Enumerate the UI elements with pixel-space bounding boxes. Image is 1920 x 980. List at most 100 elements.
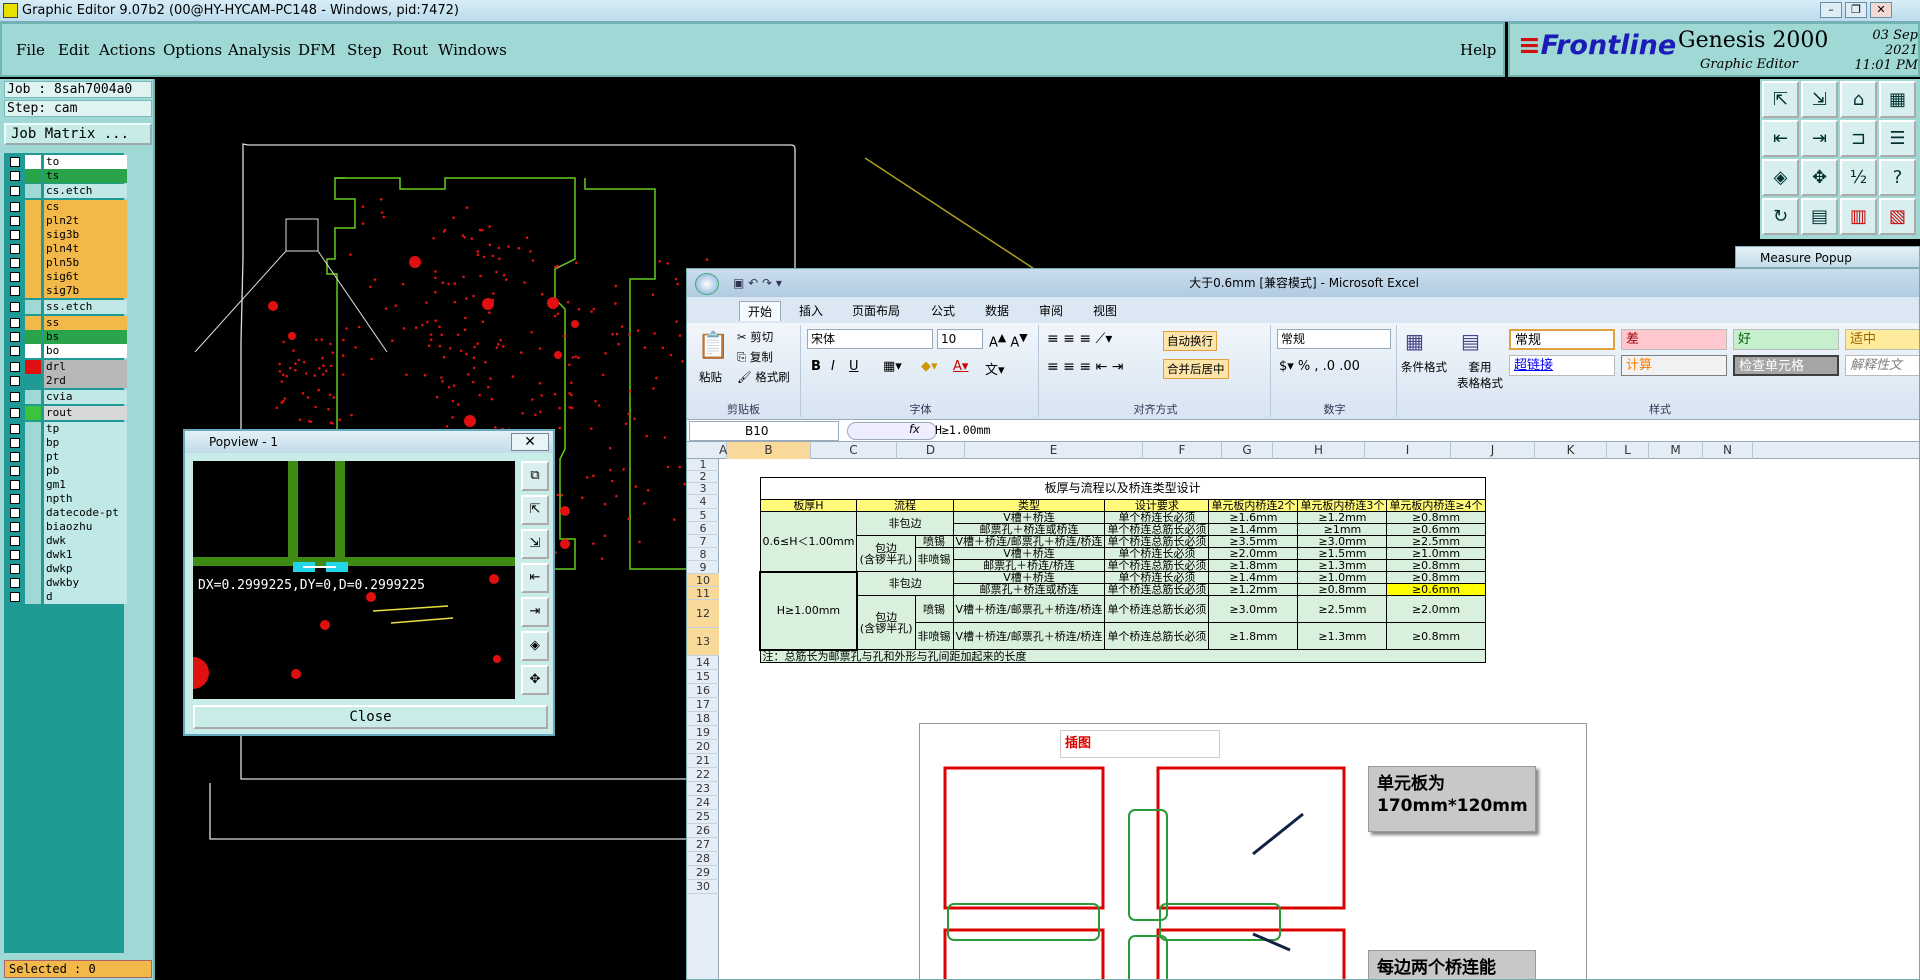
layer-name[interactable]: bs (44, 330, 127, 344)
layer-name[interactable]: sig3b (44, 228, 127, 242)
layer-checkbox[interactable] (10, 522, 20, 532)
layer-row[interactable]: drl (6, 360, 127, 374)
job-matrix-button[interactable]: Job Matrix ... (4, 123, 152, 145)
layer-row[interactable]: dwkby (6, 576, 127, 590)
layer-row[interactable]: npth (6, 492, 127, 506)
layer-name[interactable]: dwk1 (44, 548, 127, 562)
layer-checkbox[interactable] (10, 564, 20, 574)
menu-edit[interactable]: Edit (58, 41, 89, 59)
table-format-button[interactable]: 套用 表格格式 (1457, 359, 1503, 391)
layer-checkbox[interactable] (10, 157, 20, 167)
conditional-format-icon[interactable]: ▦ (1405, 329, 1424, 353)
minimize-button[interactable]: – (1820, 2, 1842, 18)
style-neutral[interactable]: 适中 (1845, 329, 1919, 350)
layer-edit-icon[interactable]: ▧ (1879, 198, 1916, 235)
menu-options[interactable]: Options (163, 41, 222, 59)
layer-row[interactable]: sig7b (6, 284, 127, 298)
layer-checkbox[interactable] (10, 216, 20, 226)
formula-zoom-icon[interactable] (847, 422, 937, 440)
row-header[interactable]: 8 (687, 548, 719, 561)
layer-name[interactable]: 2rd (44, 374, 127, 388)
layer-checkbox[interactable] (10, 424, 20, 434)
insert-function-icon[interactable]: fx (909, 422, 920, 436)
layer-row[interactable]: pb (6, 464, 127, 478)
tab-page-layout[interactable]: 页面布局 (844, 301, 908, 321)
layer-color-swatch[interactable] (25, 284, 41, 298)
layer-name[interactable]: drl (44, 360, 127, 374)
row-header[interactable]: 9 (687, 561, 719, 574)
underline-button[interactable]: U (849, 359, 859, 374)
popview-tool-1-icon[interactable]: ⧉ (521, 461, 549, 491)
layer-checkbox[interactable] (10, 332, 20, 342)
layer-checkbox[interactable] (10, 592, 20, 602)
layer-color-swatch[interactable] (25, 200, 41, 214)
row-header[interactable]: 14 (687, 656, 719, 670)
layer-color-swatch[interactable] (25, 576, 41, 590)
layer-row[interactable]: d (6, 590, 127, 604)
column-header[interactable]: E (965, 442, 1143, 459)
layer-checkbox[interactable] (10, 550, 20, 560)
layer-name[interactable]: sig6t (44, 270, 127, 284)
column-header[interactable]: L (1607, 442, 1649, 459)
number-format-icons[interactable]: $▾ % , .0 .00 (1279, 359, 1360, 374)
fill-color-icon[interactable]: ◆▾ (921, 359, 938, 374)
layer-row[interactable]: cs (6, 200, 127, 214)
layer-checkbox[interactable] (10, 230, 20, 240)
zoom-box-icon[interactable]: ⊐ (1840, 120, 1877, 157)
layer-name[interactable]: cvia (44, 390, 127, 404)
layer-color-swatch[interactable] (25, 534, 41, 548)
layer-checkbox[interactable] (10, 258, 20, 268)
layer-color-swatch[interactable] (25, 562, 41, 576)
layer-checkbox[interactable] (10, 376, 20, 386)
menu-rout[interactable]: Rout (392, 41, 428, 59)
table-format-icon[interactable]: ▤ (1461, 329, 1480, 353)
layer-name[interactable]: tp (44, 422, 127, 436)
layer-row[interactable]: ss.etch (6, 300, 127, 314)
layer-color-swatch[interactable] (25, 214, 41, 228)
layer-checkbox[interactable] (10, 244, 20, 254)
row-header[interactable]: 7 (687, 535, 719, 548)
row-header[interactable]: 25 (687, 810, 719, 824)
layer-row[interactable]: to (6, 155, 127, 169)
font-name-select[interactable]: 宋体 (807, 329, 933, 349)
popview-close-icon[interactable]: ✕ (511, 433, 549, 451)
menu-actions[interactable]: Actions (99, 41, 155, 59)
layer-row[interactable]: dwk (6, 534, 127, 548)
layer-checkbox[interactable] (10, 508, 20, 518)
embedded-picture[interactable]: 插图 单元板为 170mm*120mm 每边两个桥连能 (919, 723, 1587, 979)
row-header[interactable]: 20 (687, 740, 719, 754)
align-top-icons[interactable]: ≡ ≡ ≡ ⟋▾ (1047, 331, 1112, 347)
layer-checkbox[interactable] (10, 202, 20, 212)
italic-button[interactable]: I (831, 359, 835, 374)
layer-color-swatch[interactable] (25, 422, 41, 436)
layer-color-swatch[interactable] (25, 390, 41, 404)
layer-color-swatch[interactable] (25, 256, 41, 270)
layer-color-swatch[interactable] (25, 506, 41, 520)
layer-name[interactable]: gm1 (44, 478, 127, 492)
column-header[interactable]: F (1143, 442, 1222, 459)
layer-checkbox[interactable] (10, 536, 20, 546)
layer-name[interactable]: pln5b (44, 256, 127, 270)
layer-color-swatch[interactable] (25, 316, 41, 330)
popview-close-button[interactable]: Close (193, 705, 548, 729)
layer-name[interactable]: datecode-pt (44, 506, 127, 520)
layer-color-swatch[interactable] (25, 548, 41, 562)
layer-checkbox[interactable] (10, 362, 20, 372)
layer-name[interactable]: pln2t (44, 214, 127, 228)
layer-checkbox[interactable] (10, 466, 20, 476)
layer-checkbox[interactable] (10, 171, 20, 181)
layer-row[interactable]: cs.etch (6, 184, 127, 198)
layer-row[interactable]: bs (6, 330, 127, 344)
cut-button[interactable]: ✂ 剪切 (737, 329, 773, 345)
layer-name[interactable]: d (44, 590, 127, 604)
tab-formulas[interactable]: 公式 (923, 301, 963, 321)
layer-name[interactable]: pt (44, 450, 127, 464)
row-header[interactable]: 6 (687, 522, 719, 535)
fit-icon[interactable]: ◈ (1762, 159, 1799, 196)
layer-color-swatch[interactable] (25, 590, 41, 604)
popview-tool-6-icon[interactable]: ◈ (521, 631, 549, 661)
layer-name[interactable]: rout (44, 406, 127, 420)
row-header[interactable]: 3 (687, 483, 719, 495)
layer-row[interactable]: bp (6, 436, 127, 450)
layer-color-swatch[interactable] (25, 492, 41, 506)
